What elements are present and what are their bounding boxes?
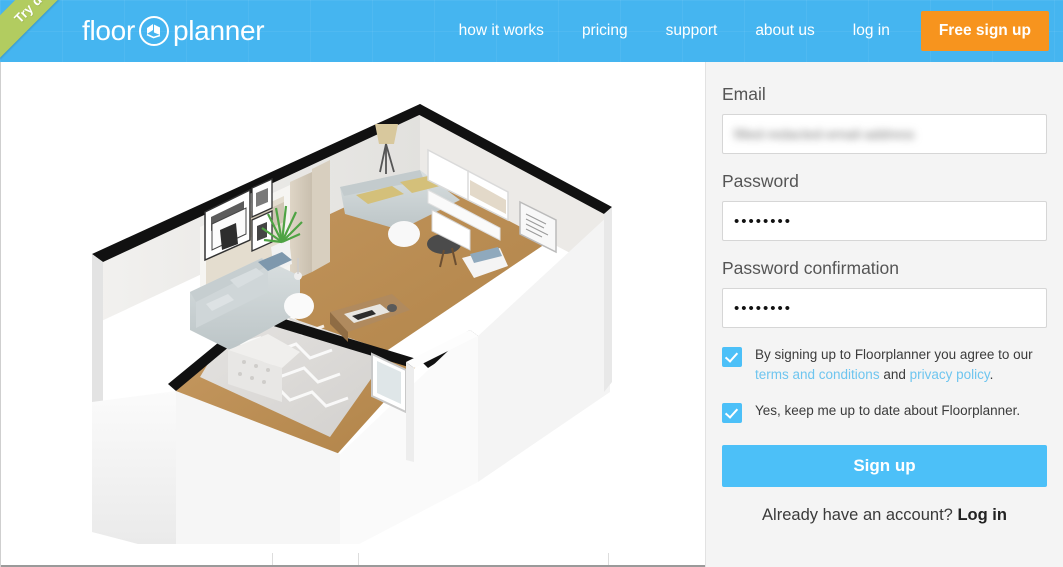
terms-text-and: and [883, 367, 906, 382]
already-have-account-text: Already have an account? [762, 506, 953, 524]
content-left-border [0, 62, 1, 567]
footer-divider-3 [608, 553, 609, 565]
try-demo-ribbon-label: Try demo [11, 0, 64, 26]
terms-and-conditions-link[interactable]: terms and conditions [755, 367, 880, 382]
logo-word-planner: planner [172, 15, 265, 46]
floorplan-render-image [0, 62, 705, 544]
site-logo[interactable]: floor planner [82, 12, 265, 50]
sign-up-submit-button[interactable]: Sign up [722, 445, 1047, 487]
house-book-circle-icon [138, 15, 170, 47]
email-input[interactable]: filled-redacted-email-address [722, 114, 1047, 154]
nav-pricing[interactable]: pricing [563, 0, 647, 62]
terms-checkbox-text: By signing up to Floorplanner you agree … [755, 345, 1033, 385]
footer-divider-1 [272, 553, 273, 565]
password-input[interactable]: •••••••• [722, 201, 1047, 241]
password-field-group: Password •••••••• [722, 171, 1047, 241]
newsletter-checkbox[interactable] [722, 403, 742, 423]
page-footer-strip [0, 544, 705, 567]
main-nav: how it works pricing support about us lo… [440, 0, 1063, 62]
nav-about-us[interactable]: about us [736, 0, 833, 62]
newsletter-checkbox-row: Yes, keep me up to date about Floorplann… [722, 401, 1047, 423]
logo-word-floor: floor [82, 15, 135, 46]
log-in-link[interactable]: Log in [957, 506, 1006, 524]
password-confirmation-field-group: Password confirmation •••••••• [722, 258, 1047, 328]
terms-checkbox-row: By signing up to Floorplanner you agree … [722, 345, 1047, 385]
signup-page: Try demo floor planner how it works pric… [0, 0, 1063, 567]
privacy-policy-link[interactable]: privacy policy [910, 367, 990, 382]
nav-log-in[interactable]: log in [834, 0, 909, 62]
password-label: Password [722, 171, 799, 191]
email-field-group: Email filled-redacted-email-address [722, 84, 1047, 154]
already-have-account-row: Already have an account? Log in [722, 506, 1047, 525]
password-confirmation-input[interactable]: •••••••• [722, 288, 1047, 328]
password-input-value: •••••••• [734, 212, 793, 230]
nav-how-it-works[interactable]: how it works [440, 0, 563, 62]
newsletter-checkbox-text: Yes, keep me up to date about Floorplann… [755, 403, 1021, 418]
terms-text-before: By signing up to Floorplanner you agree … [755, 347, 1033, 362]
email-label: Email [722, 84, 766, 104]
terms-text-after: . [989, 367, 994, 382]
terms-checkbox[interactable] [722, 347, 742, 367]
site-header: Try demo floor planner how it works pric… [0, 0, 1063, 62]
signup-form-panel: Email filled-redacted-email-address Pass… [705, 62, 1063, 567]
email-input-value: filled-redacted-email-address [734, 126, 915, 142]
password-confirmation-label: Password confirmation [722, 258, 900, 278]
password-confirmation-input-value: •••••••• [734, 299, 793, 317]
free-sign-up-button[interactable]: Free sign up [920, 11, 1049, 51]
footer-divider-2 [358, 553, 359, 565]
nav-support[interactable]: support [647, 0, 737, 62]
